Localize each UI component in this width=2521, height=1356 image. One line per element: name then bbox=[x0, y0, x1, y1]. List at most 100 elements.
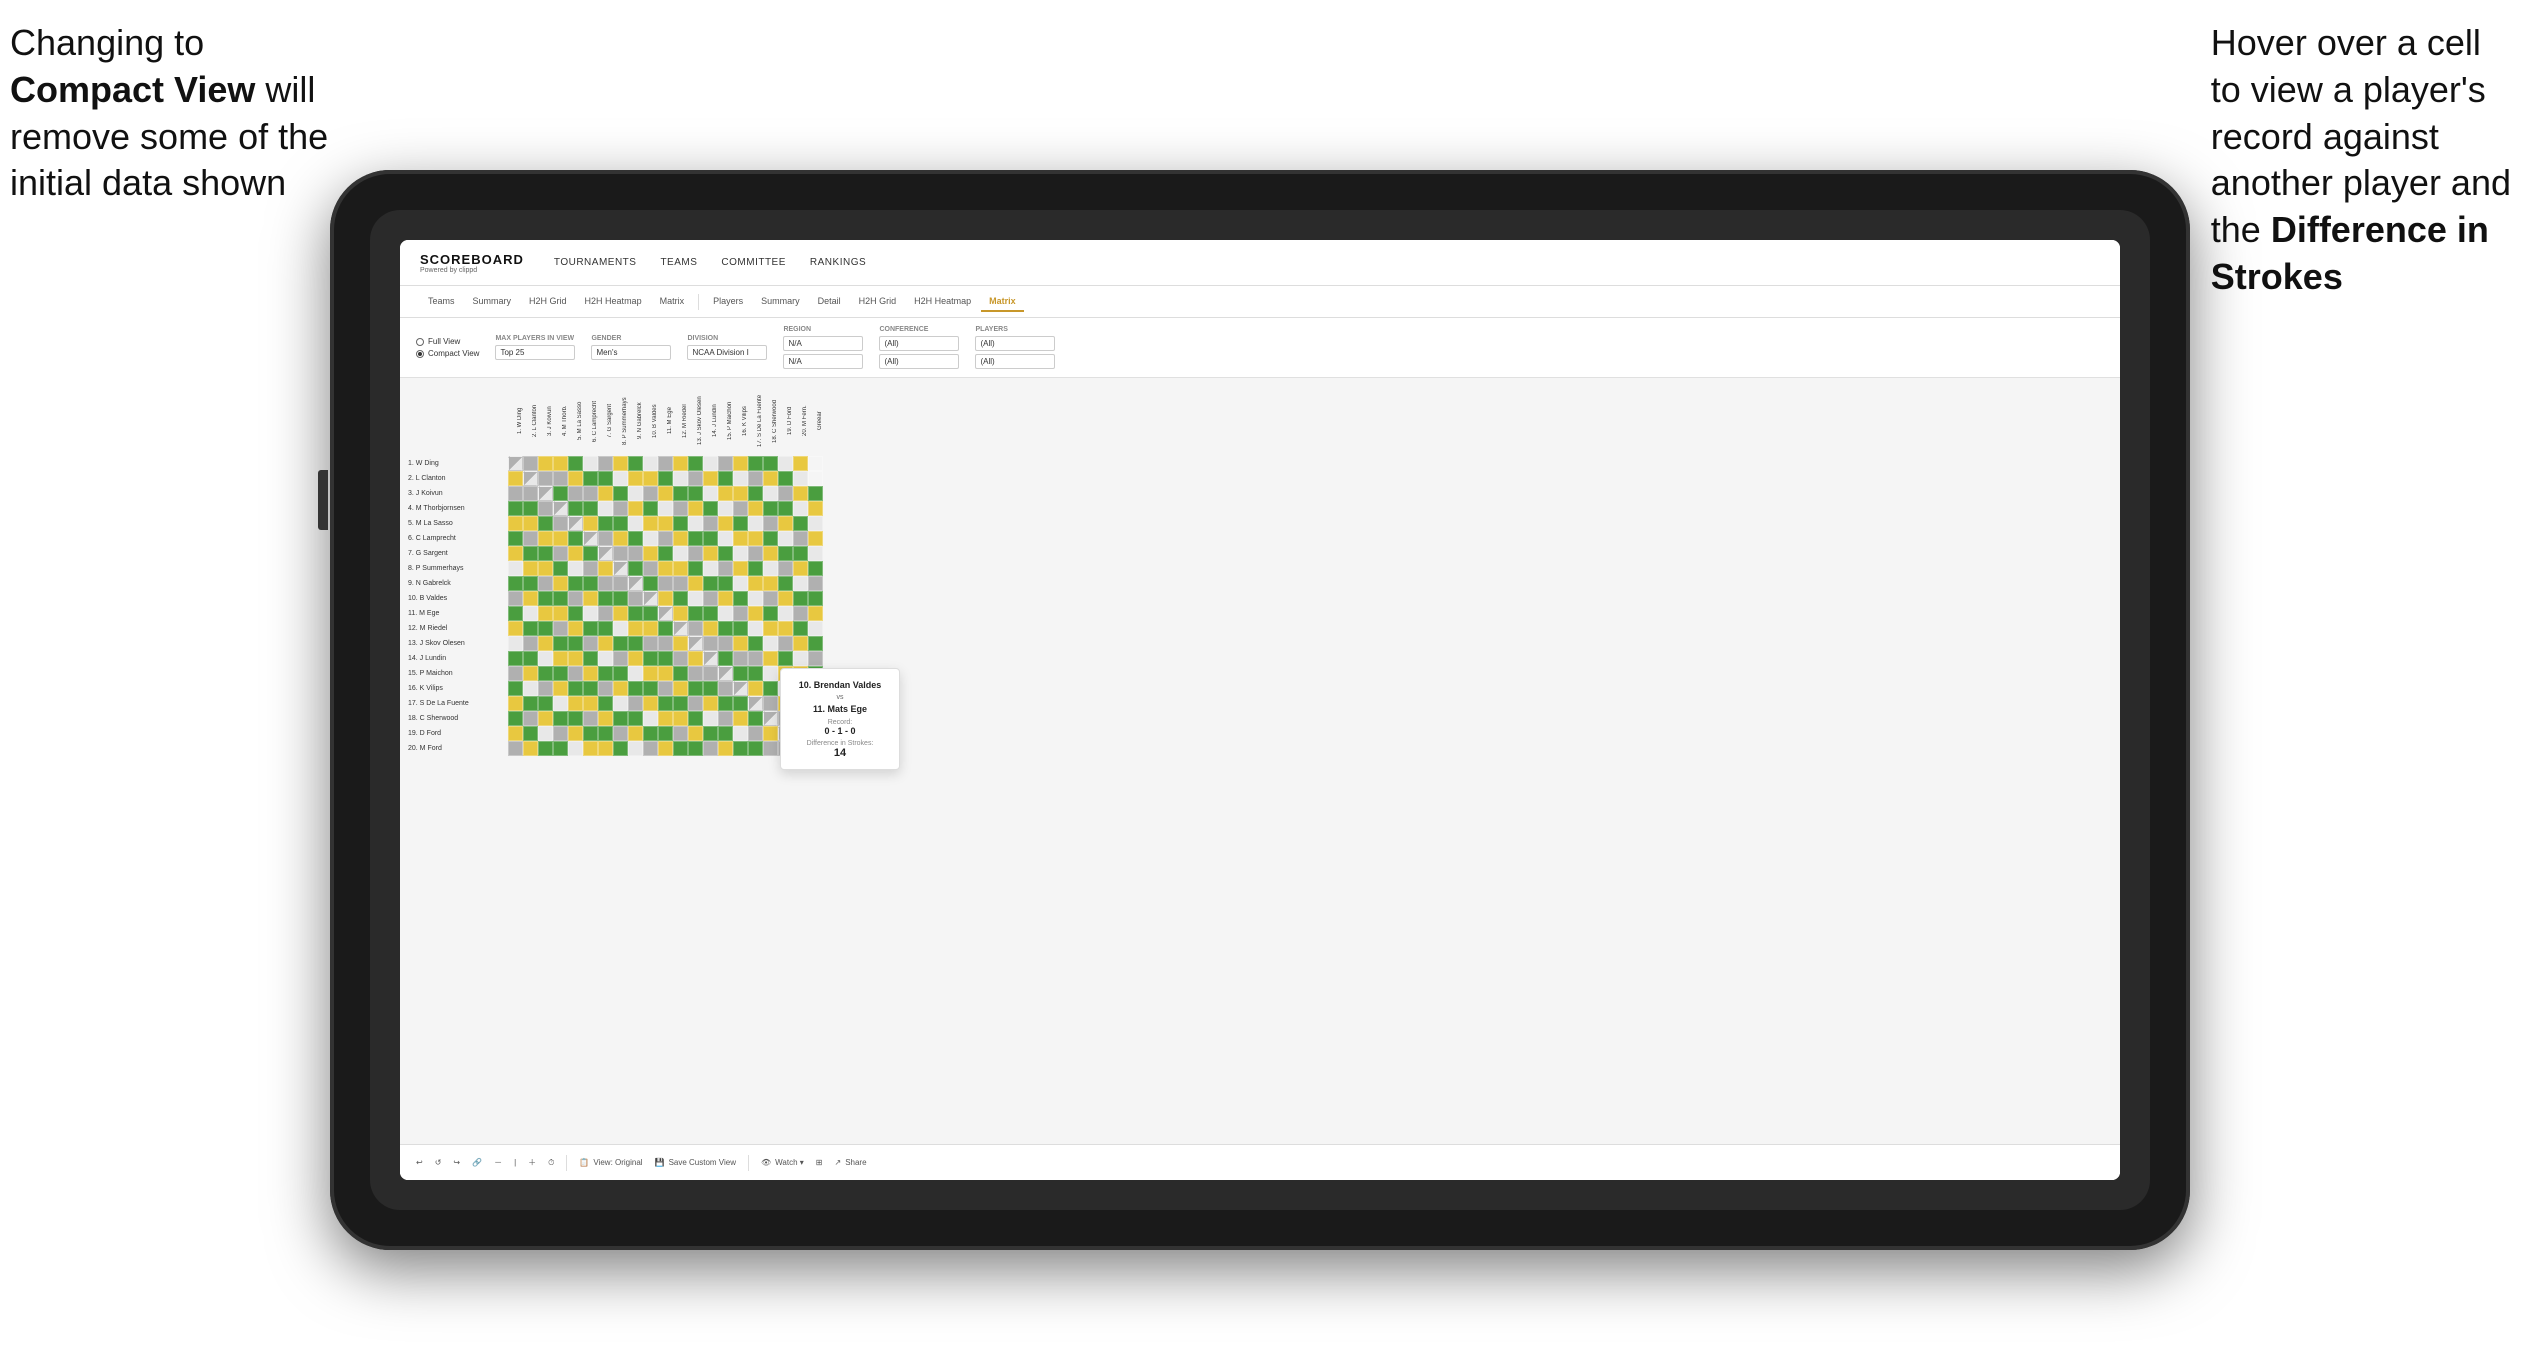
grid-cell[interactable] bbox=[688, 561, 703, 576]
grid-cell[interactable] bbox=[643, 516, 658, 531]
grid-cell[interactable] bbox=[688, 531, 703, 546]
grid-cell[interactable] bbox=[643, 501, 658, 516]
conference-select2[interactable]: (All) bbox=[879, 354, 959, 369]
grid-cell[interactable] bbox=[508, 606, 523, 621]
tab-teams[interactable]: Teams bbox=[420, 292, 463, 312]
grid-cell[interactable] bbox=[748, 741, 763, 756]
grid-cell[interactable] bbox=[538, 501, 553, 516]
grid-cell[interactable] bbox=[763, 561, 778, 576]
grid-cell[interactable] bbox=[598, 546, 613, 561]
grid-cell[interactable] bbox=[703, 456, 718, 471]
grid-cell[interactable] bbox=[733, 456, 748, 471]
grid-cell[interactable] bbox=[748, 576, 763, 591]
undo-button[interactable]: ↩ bbox=[416, 1158, 423, 1167]
grid-cell[interactable] bbox=[703, 621, 718, 636]
grid-cell[interactable] bbox=[763, 711, 778, 726]
grid-cell[interactable] bbox=[778, 606, 793, 621]
grid-cell[interactable] bbox=[748, 546, 763, 561]
redo-button[interactable]: ↪ bbox=[453, 1158, 460, 1167]
division-select[interactable]: NCAA Division I bbox=[687, 345, 767, 360]
grid-cell[interactable] bbox=[613, 576, 628, 591]
grid-cell[interactable] bbox=[703, 531, 718, 546]
grid-cell[interactable] bbox=[748, 621, 763, 636]
layout-btn[interactable]: ⊞ bbox=[816, 1158, 823, 1167]
grid-cell[interactable] bbox=[733, 741, 748, 756]
grid-cell[interactable] bbox=[553, 621, 568, 636]
save-custom-btn[interactable]: 💾 Save Custom View bbox=[655, 1158, 736, 1167]
grid-cell[interactable] bbox=[598, 696, 613, 711]
grid-cell[interactable] bbox=[583, 561, 598, 576]
grid-cell[interactable] bbox=[568, 561, 583, 576]
grid-cell[interactable] bbox=[628, 501, 643, 516]
grid-cell[interactable] bbox=[598, 666, 613, 681]
grid-cell[interactable] bbox=[628, 486, 643, 501]
grid-cell[interactable] bbox=[748, 516, 763, 531]
grid-cell[interactable] bbox=[688, 606, 703, 621]
grid-cell[interactable] bbox=[598, 531, 613, 546]
grid-cell[interactable] bbox=[703, 486, 718, 501]
grid-cell[interactable] bbox=[553, 651, 568, 666]
grid-cell[interactable] bbox=[643, 561, 658, 576]
grid-cell[interactable] bbox=[733, 516, 748, 531]
grid-cell[interactable] bbox=[688, 516, 703, 531]
grid-cell[interactable] bbox=[778, 636, 793, 651]
grid-cell[interactable] bbox=[793, 651, 808, 666]
grid-cell[interactable] bbox=[568, 456, 583, 471]
grid-cell[interactable] bbox=[628, 726, 643, 741]
grid-cell[interactable] bbox=[808, 546, 823, 561]
grid-cell[interactable] bbox=[613, 486, 628, 501]
grid-cell[interactable] bbox=[568, 651, 583, 666]
grid-cell[interactable] bbox=[523, 471, 538, 486]
grid-cell[interactable] bbox=[553, 681, 568, 696]
grid-cell[interactable] bbox=[763, 606, 778, 621]
gender-select[interactable]: Men's bbox=[591, 345, 671, 360]
grid-cell[interactable] bbox=[748, 726, 763, 741]
grid-cell[interactable] bbox=[778, 456, 793, 471]
grid-cell[interactable] bbox=[673, 546, 688, 561]
grid-cell[interactable] bbox=[628, 696, 643, 711]
grid-cell[interactable] bbox=[598, 606, 613, 621]
grid-cell[interactable] bbox=[583, 666, 598, 681]
grid-cell[interactable] bbox=[613, 651, 628, 666]
tab-h2h-heatmap-right[interactable]: H2H Heatmap bbox=[906, 292, 979, 312]
tab-h2h-grid-left[interactable]: H2H Grid bbox=[521, 292, 575, 312]
grid-cell[interactable] bbox=[793, 606, 808, 621]
grid-cell[interactable] bbox=[778, 486, 793, 501]
grid-cell[interactable] bbox=[553, 486, 568, 501]
grid-cell[interactable] bbox=[568, 621, 583, 636]
grid-cell[interactable] bbox=[643, 681, 658, 696]
grid-cell[interactable] bbox=[538, 531, 553, 546]
grid-cell[interactable] bbox=[718, 711, 733, 726]
grid-cell[interactable] bbox=[688, 696, 703, 711]
grid-cell[interactable] bbox=[718, 501, 733, 516]
grid-cell[interactable] bbox=[748, 696, 763, 711]
grid-cell[interactable] bbox=[763, 651, 778, 666]
grid-cell[interactable] bbox=[523, 621, 538, 636]
grid-cell[interactable] bbox=[718, 621, 733, 636]
grid-cell[interactable] bbox=[703, 471, 718, 486]
grid-cell[interactable] bbox=[508, 666, 523, 681]
grid-cell[interactable] bbox=[508, 546, 523, 561]
grid-cell[interactable] bbox=[763, 741, 778, 756]
grid-cell[interactable] bbox=[658, 486, 673, 501]
region-select[interactable]: N/A bbox=[783, 336, 863, 351]
grid-cell[interactable] bbox=[673, 606, 688, 621]
grid-cell[interactable] bbox=[733, 681, 748, 696]
grid-cell[interactable] bbox=[628, 576, 643, 591]
grid-cell[interactable] bbox=[658, 546, 673, 561]
grid-cell[interactable] bbox=[703, 546, 718, 561]
grid-cell[interactable] bbox=[808, 561, 823, 576]
grid-cell[interactable] bbox=[583, 636, 598, 651]
grid-cell[interactable] bbox=[508, 696, 523, 711]
grid-cell[interactable] bbox=[583, 726, 598, 741]
tab-h2h-heatmap-left[interactable]: H2H Heatmap bbox=[577, 292, 650, 312]
grid-cell[interactable] bbox=[658, 471, 673, 486]
grid-cell[interactable] bbox=[718, 636, 733, 651]
grid-cell[interactable] bbox=[688, 741, 703, 756]
grid-cell[interactable] bbox=[763, 531, 778, 546]
grid-cell[interactable] bbox=[508, 711, 523, 726]
grid-cell[interactable] bbox=[523, 516, 538, 531]
grid-cell[interactable] bbox=[583, 516, 598, 531]
grid-cell[interactable] bbox=[793, 576, 808, 591]
tab-detail[interactable]: Detail bbox=[810, 292, 849, 312]
